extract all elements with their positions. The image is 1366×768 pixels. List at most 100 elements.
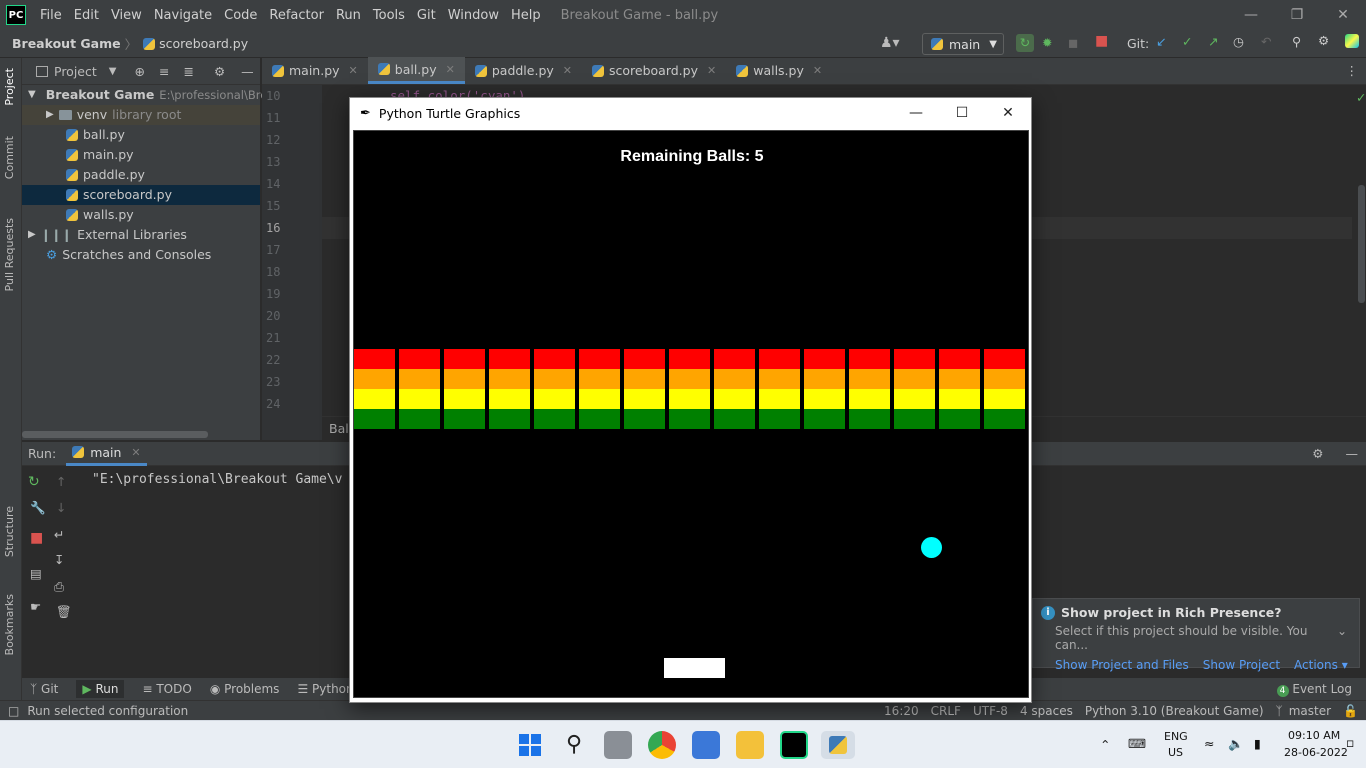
tool-tab-commit[interactable]: Commit	[3, 136, 16, 179]
collapse-all-icon[interactable]: ≣	[183, 64, 193, 79]
git-update-icon[interactable]: ↙	[1156, 34, 1166, 49]
run-tab-main[interactable]: main ✕	[66, 442, 147, 466]
restore-button[interactable]: ❐	[1274, 0, 1320, 30]
tool-tab-structure[interactable]: Structure	[3, 506, 16, 557]
menu-run[interactable]: Run	[330, 8, 367, 23]
show-project-link[interactable]: Show Project	[1203, 658, 1280, 672]
git-branch[interactable]: master	[1289, 704, 1331, 718]
console-output[interactable]: "E:\professional\Breakout Game\v	[92, 472, 342, 487]
stop-icon[interactable]: ■	[30, 530, 43, 546]
lock-icon[interactable]: 🔓	[1343, 704, 1358, 718]
toolbox-icon[interactable]	[1345, 34, 1359, 48]
print-icon[interactable]: ⎙	[54, 579, 64, 595]
bottom-tab-run[interactable]: ▶ Run	[76, 680, 125, 698]
minimize-button[interactable]: —	[893, 98, 939, 128]
tree-item-file[interactable]: walls.py	[22, 205, 260, 225]
git-commit-icon[interactable]: ✓	[1182, 34, 1192, 49]
menu-navigate[interactable]: Navigate	[148, 8, 218, 23]
file-encoding[interactable]: UTF-8	[973, 704, 1008, 718]
indent-setting[interactable]: 4 spaces	[1020, 704, 1073, 718]
scroll-to-end-icon[interactable]: ↧	[54, 552, 64, 567]
actions-dropdown[interactable]: Actions ▾	[1294, 658, 1348, 672]
close-tab-icon[interactable]: ✕	[131, 446, 140, 459]
tree-item-file-selected[interactable]: scoreboard.py	[22, 185, 260, 205]
python-taskbar-icon[interactable]	[821, 731, 855, 759]
task-view-icon[interactable]	[604, 731, 632, 759]
pin-icon[interactable]: ☛	[30, 599, 41, 614]
settings-gear-icon[interactable]: ⚙	[1318, 33, 1329, 48]
chevron-down-icon[interactable]: ▼	[109, 66, 117, 77]
history-icon[interactable]: ◷	[1233, 34, 1244, 49]
vertical-scrollbar[interactable]	[1358, 185, 1365, 303]
tab-scoreboard[interactable]: scoreboard.py ✕	[582, 57, 726, 84]
search-icon[interactable]: ⚲	[560, 731, 588, 759]
search-icon[interactable]: ⚲	[1292, 34, 1301, 49]
wrench-icon[interactable]: 🔧	[30, 500, 46, 516]
inspection-ok-icon[interactable]: ✓	[1356, 90, 1366, 105]
breadcrumb-project[interactable]: Breakout Game	[0, 36, 121, 51]
menu-refactor[interactable]: Refactor	[263, 8, 330, 23]
start-button-icon[interactable]	[516, 731, 544, 759]
show-project-and-files-link[interactable]: Show Project and Files	[1055, 658, 1189, 672]
hide-run-panel-icon[interactable]: —	[1346, 446, 1359, 461]
tree-item-external-libraries[interactable]: ▶ ❙❙❙ External Libraries	[22, 225, 260, 245]
coverage-icon[interactable]: ◼	[1068, 35, 1078, 50]
tree-item-file[interactable]: ball.py	[22, 125, 260, 145]
close-window-button[interactable]: ✕	[1320, 0, 1366, 30]
tree-item-file[interactable]: paddle.py	[22, 165, 260, 185]
soft-wrap-icon[interactable]: ↵	[54, 527, 64, 542]
python-interpreter[interactable]: Python 3.10 (Breakout Game)	[1085, 704, 1264, 718]
tab-paddle[interactable]: paddle.py ✕	[465, 57, 582, 84]
breadcrumb-file[interactable]: scoreboard.py	[137, 36, 248, 51]
battery-icon[interactable]: ▮	[1254, 736, 1261, 751]
file-explorer-icon[interactable]	[736, 731, 764, 759]
close-window-button[interactable]: ✕	[985, 98, 1031, 128]
run-settings-icon[interactable]: ⚙	[1312, 446, 1323, 461]
bottom-tab-problems[interactable]: ◉ Problems	[210, 682, 280, 696]
language-primary[interactable]: ENG	[1164, 730, 1188, 743]
tree-item-venv[interactable]: ▶ venv library root	[22, 105, 260, 125]
rollback-icon[interactable]: ↶	[1261, 34, 1271, 49]
project-panel-title[interactable]: Project	[54, 64, 97, 79]
menu-view[interactable]: View	[105, 8, 148, 23]
tree-item-scratches[interactable]: ⚙ Scratches and Consoles	[22, 245, 260, 265]
stop-icon[interactable]: ■	[1095, 33, 1108, 49]
menu-code[interactable]: Code	[218, 8, 263, 23]
store-icon[interactable]	[692, 731, 720, 759]
close-tab-icon[interactable]: ✕	[349, 64, 358, 77]
panel-toggle-icon[interactable]: □	[8, 704, 19, 718]
layout-icon[interactable]: ▤	[30, 566, 42, 581]
chevron-down-icon[interactable]: ⌄	[1337, 624, 1347, 652]
locate-icon[interactable]: ⊕	[134, 64, 144, 79]
tool-tab-project[interactable]: Project	[3, 68, 16, 106]
line-separator[interactable]: CRLF	[931, 704, 961, 718]
clock-time[interactable]: 09:10 AM	[1288, 729, 1340, 742]
notifications-icon[interactable]: ▫	[1346, 735, 1354, 750]
down-arrow-icon[interactable]: ↓	[56, 500, 66, 515]
tab-walls[interactable]: walls.py ✕	[726, 57, 832, 84]
trash-icon[interactable]: 🗑	[56, 604, 72, 620]
bottom-tab-python[interactable]: ☰ Python	[297, 682, 353, 696]
user-icon[interactable]: ♟▾	[880, 35, 900, 51]
event-log-button[interactable]: 4 Event Log	[1276, 682, 1352, 697]
run-configuration-select[interactable]: main ▼	[922, 33, 1004, 55]
rerun-icon[interactable]: ↻	[1016, 34, 1034, 52]
maximize-button[interactable]: ☐	[939, 98, 985, 128]
tab-main[interactable]: main.py ✕	[262, 57, 368, 84]
minimize-button[interactable]: —	[1228, 0, 1274, 30]
menu-help[interactable]: Help	[505, 8, 547, 23]
tree-item-file[interactable]: main.py	[22, 145, 260, 165]
close-tab-icon[interactable]: ✕	[813, 64, 822, 77]
hide-panel-icon[interactable]: —	[241, 64, 254, 79]
language-secondary[interactable]: US	[1168, 746, 1183, 759]
bottom-tab-todo[interactable]: ≡ TODO	[142, 682, 191, 696]
tool-tab-bookmarks[interactable]: Bookmarks	[3, 594, 16, 655]
menu-window[interactable]: Window	[442, 8, 505, 23]
caret-position[interactable]: 16:20	[884, 704, 919, 718]
volume-icon[interactable]: 🔈	[1228, 736, 1244, 752]
menu-git[interactable]: Git	[411, 8, 442, 23]
git-push-icon[interactable]: ↗	[1208, 34, 1218, 49]
menu-file[interactable]: File	[34, 8, 68, 23]
menu-edit[interactable]: Edit	[68, 8, 105, 23]
panel-settings-icon[interactable]: ⚙	[214, 64, 225, 79]
